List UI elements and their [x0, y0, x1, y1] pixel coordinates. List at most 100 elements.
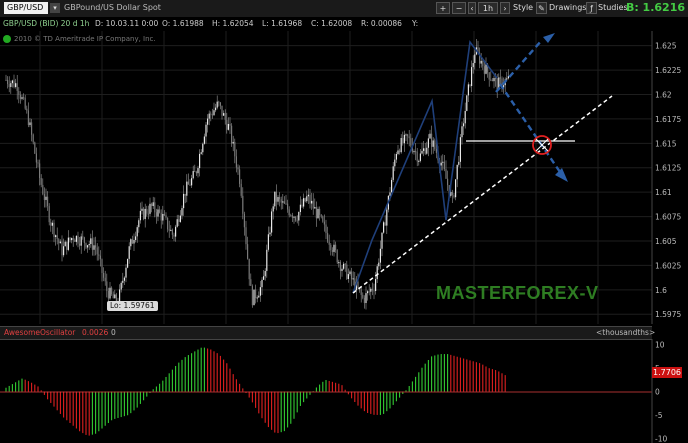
candle-body	[272, 206, 274, 212]
candle-body	[239, 169, 241, 184]
candle-body	[149, 203, 151, 214]
candle-body	[282, 201, 284, 203]
candle-body	[136, 227, 138, 237]
candle-body	[301, 204, 303, 207]
price-tick-label: 1.61	[655, 188, 672, 197]
candle-body	[178, 219, 180, 222]
candle-body	[485, 64, 487, 74]
candle-body	[403, 134, 405, 144]
candle-body	[99, 255, 101, 260]
candle-body	[240, 183, 242, 196]
candle-body	[458, 161, 460, 165]
candle-body	[299, 204, 301, 213]
candle-body	[267, 234, 269, 250]
candle-body	[192, 171, 194, 179]
candle-body	[325, 224, 327, 234]
candle-body	[211, 114, 213, 116]
candle-body	[320, 214, 322, 217]
candle-body	[165, 215, 167, 218]
candle-body	[394, 159, 396, 167]
candle-body	[35, 153, 37, 163]
candle-body	[63, 246, 65, 256]
candle-body	[463, 123, 465, 127]
candle-body	[138, 220, 140, 228]
candle-body	[32, 134, 34, 143]
candle-body	[322, 216, 324, 222]
candle-body	[242, 195, 244, 214]
brand-watermark: MASTERFOREX-V	[436, 283, 599, 303]
candle-body	[133, 239, 135, 244]
candle-body	[259, 287, 261, 296]
candle-body	[171, 229, 173, 235]
candle-body	[55, 235, 57, 237]
candle-body	[173, 234, 175, 237]
candle-body	[279, 197, 281, 200]
candle-body	[248, 258, 250, 280]
candle-body	[333, 244, 335, 252]
candle-body	[205, 124, 207, 137]
candle-body	[362, 294, 364, 298]
candle-body	[416, 151, 418, 162]
price-tick-label: 1.62	[655, 90, 672, 99]
candle-body	[186, 181, 188, 196]
candle-body	[423, 148, 425, 151]
candle-body	[90, 238, 92, 245]
candle-body	[488, 72, 490, 80]
candle-body	[64, 241, 66, 247]
candle-body	[331, 250, 333, 252]
candle-body	[219, 102, 221, 106]
candle-body	[285, 203, 287, 205]
candle-body	[408, 136, 410, 139]
candle-body	[315, 207, 317, 219]
candle-body	[247, 244, 249, 259]
candle-body	[147, 213, 149, 215]
candle-body	[23, 97, 25, 99]
candle-body	[399, 150, 401, 153]
oscillator-tick-label: 10	[655, 341, 665, 350]
candle-body	[413, 151, 415, 153]
candle-body	[162, 213, 164, 221]
info-icon[interactable]	[3, 35, 11, 43]
candle-body	[229, 123, 231, 126]
candle-body	[427, 138, 429, 148]
candle-body	[496, 78, 498, 91]
candle-body	[234, 141, 236, 157]
candle-body	[418, 160, 420, 162]
candle-body	[250, 279, 252, 286]
candle-body	[160, 212, 162, 221]
candle-body	[371, 288, 373, 291]
candle-body	[96, 247, 98, 255]
candle-body	[179, 215, 181, 222]
candle-body	[231, 125, 233, 144]
candle-body	[39, 163, 41, 178]
candle-body	[471, 67, 473, 86]
candle-body	[77, 235, 79, 244]
candle-body	[443, 161, 445, 170]
candle-body	[175, 226, 177, 237]
candle-body	[143, 208, 145, 220]
candle-body	[293, 216, 295, 218]
candle-body	[290, 215, 292, 217]
oscillator-name[interactable]: AwesomeOscillator	[4, 328, 75, 338]
candle-body	[191, 178, 193, 186]
candle-body	[111, 287, 113, 295]
oscillator-value: 0.0026	[82, 328, 109, 337]
candle-body	[26, 108, 28, 111]
candle-body	[125, 267, 127, 278]
candle-body	[288, 209, 290, 216]
price-tick-label: 1.6225	[655, 66, 681, 75]
copyright-text: 2010 © TD Ameritrade IP Company, Inc.	[3, 34, 156, 44]
candle-body	[455, 179, 457, 198]
candle-body	[256, 297, 258, 299]
candle-body	[101, 259, 103, 273]
candle-body	[466, 95, 468, 111]
candle-body	[51, 222, 53, 226]
price-chart[interactable]: 1.6251.62251.621.61751.6151.61251.611.60…	[0, 0, 688, 443]
candle-body	[127, 258, 129, 268]
candle-body	[352, 278, 354, 280]
candle-body	[72, 238, 74, 240]
candle-body	[421, 150, 423, 154]
candle-body	[159, 209, 161, 213]
candle-body	[232, 141, 234, 144]
candle-body	[370, 288, 372, 292]
